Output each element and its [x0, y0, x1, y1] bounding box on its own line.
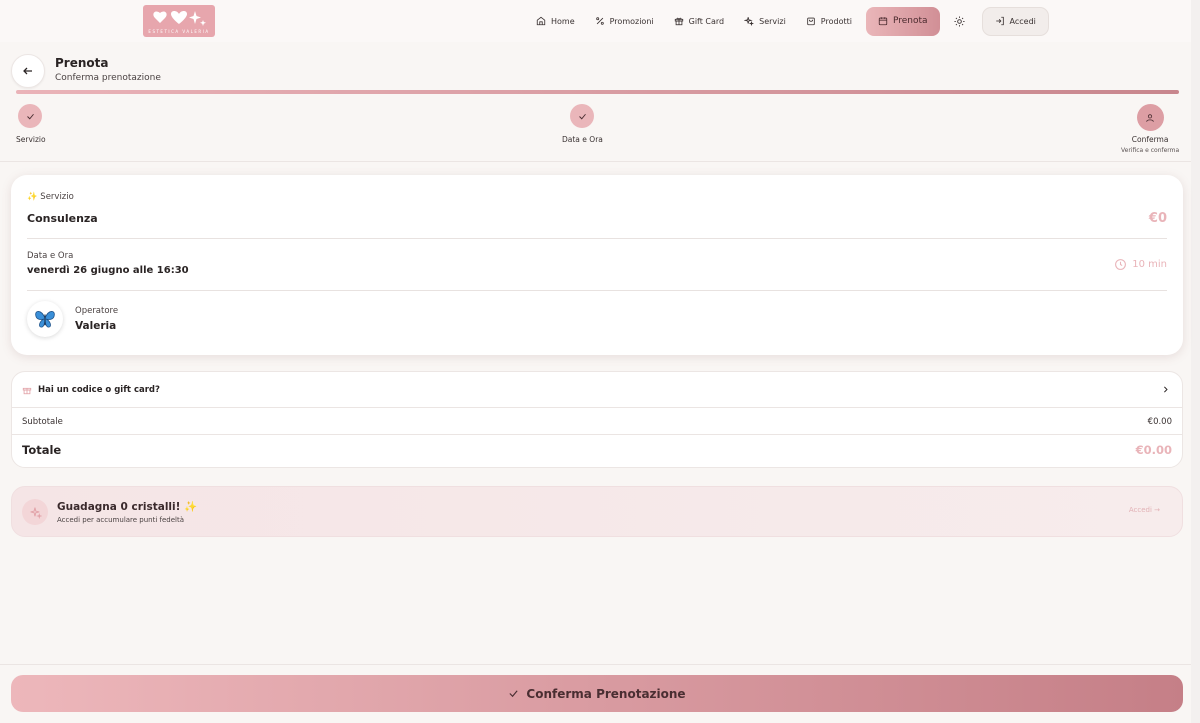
total-label: Totale	[22, 443, 62, 457]
nav-prodotti[interactable]: Prodotti	[796, 7, 862, 35]
scrollbar[interactable]	[1191, 0, 1200, 723]
loyalty-title: Guadagna 0 cristalli! ✨	[57, 500, 197, 513]
gift-code-prompt: Hai un codice o gift card?	[38, 384, 160, 395]
step-servizio[interactable]: Servizio	[16, 104, 46, 144]
sparkles-icon	[744, 17, 755, 26]
gift-icon	[674, 17, 683, 26]
gift-code-row[interactable]: Hai un codice o gift card?	[12, 372, 1182, 407]
sun-icon	[954, 15, 965, 27]
login-button[interactable]: Accedi	[981, 6, 1049, 36]
check-icon	[509, 690, 519, 698]
loyalty-subtitle: Accedi per accumulare punti fedeltà	[57, 516, 185, 524]
step-label: Data e Ora	[562, 135, 603, 144]
main-nav: Home Promozioni Gift Card Servizi Prodot…	[526, 6, 1049, 36]
divider	[12, 434, 1182, 435]
nav-gift-card[interactable]: Gift Card	[664, 7, 735, 35]
nav-prodotti-label: Prodotti	[820, 16, 852, 26]
service-label: ✨ Servizio	[27, 192, 74, 202]
butterfly-icon	[35, 311, 55, 328]
logo-text: ESTETICA VALERIA	[148, 29, 210, 34]
payment-card: Hai un codice o gift card? Subtotale €0.…	[11, 371, 1183, 468]
shopping-bag-icon	[807, 17, 815, 26]
operator-label: Operatore	[75, 306, 119, 316]
step-data-ora[interactable]: Data e Ora	[562, 104, 603, 144]
step-label: Servizio	[16, 135, 46, 144]
user-icon	[1146, 113, 1154, 122]
nav-home-label: Home	[551, 16, 575, 26]
gift-icon	[22, 387, 32, 394]
service-label-text: Servizio	[40, 192, 74, 202]
service-price: €0	[1148, 211, 1167, 226]
total-value: €0.00	[1135, 443, 1172, 457]
step-label: Conferma	[1131, 135, 1169, 144]
operator-name: Valeria	[75, 320, 117, 332]
loyalty-login-link[interactable]: Accedi →	[1129, 506, 1160, 514]
check-icon	[579, 113, 586, 119]
loyalty-icon-wrap	[22, 499, 48, 525]
arrow-left-icon	[23, 67, 32, 75]
confirm-booking-button[interactable]: Conferma Prenotazione	[11, 675, 1183, 712]
login-label: Accedi	[1009, 16, 1036, 26]
home-icon	[536, 16, 546, 26]
theme-toggle[interactable]	[950, 15, 970, 27]
booking-summary-card: ✨ Servizio Consulenza €0 Data e Ora vene…	[11, 175, 1183, 355]
subtotal-value: €0.00	[1147, 417, 1172, 427]
nav-prenota[interactable]: Prenota	[865, 6, 940, 36]
step-sublabel: Verifica e conferma	[1121, 147, 1180, 154]
sparkles-icon	[30, 507, 42, 519]
nav-home[interactable]: Home	[526, 7, 585, 35]
progress-bar	[16, 90, 1179, 94]
nav-promozioni-label: Promozioni	[609, 16, 654, 26]
sparkle-emoji: ✨	[184, 501, 198, 513]
calendar-icon	[878, 17, 888, 26]
login-icon	[995, 16, 1004, 26]
page-subtitle: Conferma prenotazione	[55, 73, 161, 83]
subtotal-label: Subtotale	[22, 417, 63, 427]
sparkle-emoji: ✨	[27, 192, 38, 202]
page-header: Prenota Conferma prenotazione Servizio D…	[0, 42, 1191, 162]
page-title: Prenota	[55, 56, 109, 70]
loyalty-card: Guadagna 0 cristalli! ✨ Accedi per accum…	[11, 486, 1183, 537]
datetime-label: Data e Ora	[27, 251, 74, 261]
step-conferma[interactable]: Conferma Verifica e conferma	[1121, 104, 1179, 154]
duration-text: 10 min	[1132, 259, 1167, 270]
loyalty-title-text: Guadagna 0 cristalli!	[57, 501, 181, 513]
nav-servizi[interactable]: Servizi	[734, 7, 796, 35]
datetime-value: venerdì 26 giugno alle 16:30	[27, 265, 189, 276]
step-current	[1136, 104, 1164, 131]
chevron-right-icon	[1164, 386, 1168, 393]
nav-servizi-label: Servizi	[759, 16, 786, 26]
top-navbar: ESTETICA VALERIA Home Promozioni Gift Ca…	[0, 0, 1200, 42]
check-icon	[26, 113, 34, 119]
confirm-booking-label: Conferma Prenotazione	[526, 686, 686, 701]
divider	[27, 290, 1167, 291]
logo-hearts-icon	[153, 11, 206, 26]
duration: 10 min	[1114, 258, 1167, 271]
divider	[27, 238, 1167, 239]
step-check	[570, 104, 595, 128]
operator-avatar	[27, 301, 63, 337]
nav-promozioni[interactable]: Promozioni	[585, 7, 664, 35]
percent-icon	[595, 17, 604, 25]
divider	[12, 407, 1182, 408]
clock-icon	[1115, 259, 1127, 270]
back-button[interactable]	[11, 54, 45, 88]
step-check	[18, 104, 42, 128]
nav-gift-card-label: Gift Card	[688, 16, 725, 26]
brand-logo[interactable]: ESTETICA VALERIA	[143, 5, 215, 37]
nav-prenota-label: Prenota	[892, 16, 928, 26]
service-name: Consulenza	[27, 212, 98, 225]
